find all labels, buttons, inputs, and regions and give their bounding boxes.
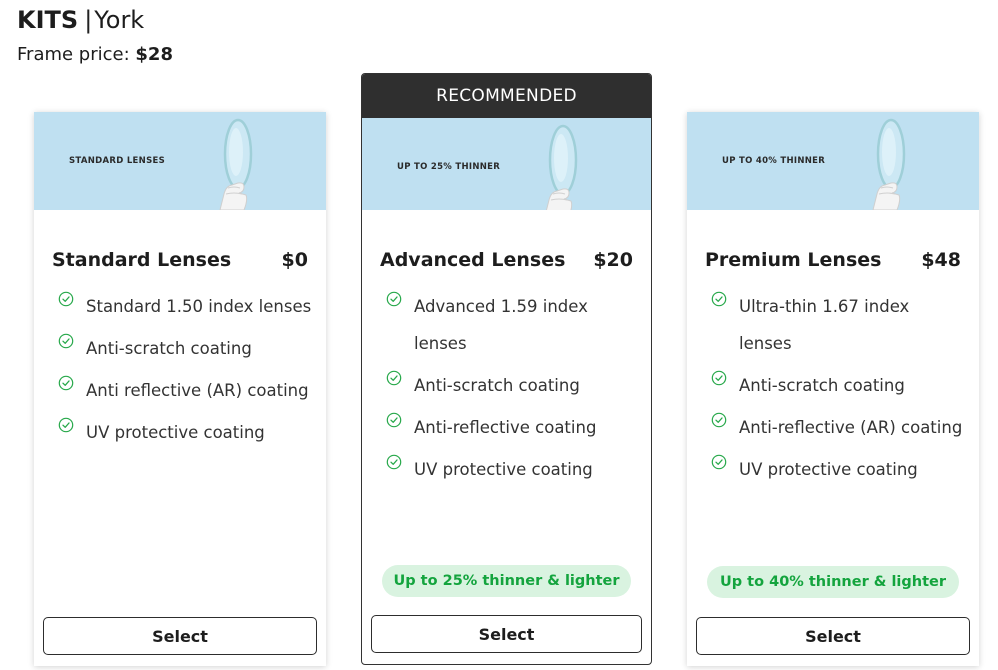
thinner-lighter-badge: Up to 25% thinner & lighter (382, 565, 631, 597)
check-circle-icon (386, 412, 402, 428)
check-circle-icon (386, 291, 402, 307)
feature-text: Standard 1.50 index lenses (86, 297, 312, 316)
lens-selection-page: KITS |York Frame price: $28 STANDARD LENS… (0, 0, 998, 670)
check-circle-icon (58, 291, 74, 307)
banner-text: UP TO 40% THINNER (722, 156, 826, 166)
feature-item: Anti-scratch coating (58, 330, 314, 367)
feature-item: Anti reflective (AR) coating (58, 372, 314, 409)
check-circle-icon (58, 333, 74, 349)
feature-text: UV protective coating (739, 460, 918, 479)
feature-item: Anti-scratch coating (711, 367, 967, 404)
check-circle-icon (58, 375, 74, 391)
banner-text: UP TO 25% THINNER (397, 162, 501, 172)
feature-text: Advanced 1.59 index lenses (414, 297, 588, 353)
check-circle-icon (711, 370, 727, 386)
feature-list: Ultra-thin 1.67 index lenses Anti-scratc… (711, 288, 967, 493)
lens-option-header: Standard Lenses $0 (52, 249, 308, 271)
lens-illustration-icon (531, 118, 601, 210)
feature-text: Anti-scratch coating (86, 339, 252, 358)
feature-list: Standard 1.50 index lenses Anti-scratch … (58, 288, 314, 456)
select-button-premium[interactable]: Select (696, 617, 970, 655)
lens-illustration-icon (206, 112, 276, 210)
lens-option-card-standard: STANDARD LENSES Standard Lenses $0 Stand… (34, 112, 326, 666)
feature-text: Anti-scratch coating (414, 376, 580, 395)
frame-price-value: $28 (135, 44, 173, 65)
check-circle-icon (711, 412, 727, 428)
frame-price: Frame price: $28 (17, 43, 173, 67)
feature-item: UV protective coating (711, 451, 967, 488)
select-button-advanced[interactable]: Select (371, 615, 642, 653)
feature-item: UV protective coating (386, 451, 639, 488)
thinner-lighter-badge: Up to 40% thinner & lighter (707, 566, 959, 598)
lens-illustration-icon (859, 112, 929, 210)
feature-text: Ultra-thin 1.67 index lenses (739, 297, 910, 353)
feature-text: UV protective coating (86, 423, 265, 442)
feature-item: Anti-reflective (AR) coating (711, 409, 967, 446)
lens-option-header: Premium Lenses $48 (705, 249, 961, 271)
lens-option-price: $20 (593, 249, 633, 271)
lens-option-name: Premium Lenses (705, 249, 882, 271)
check-circle-icon (58, 417, 74, 433)
lens-banner: STANDARD LENSES (34, 112, 326, 210)
feature-text: Anti-scratch coating (739, 376, 905, 395)
feature-text: Anti reflective (AR) coating (86, 381, 309, 400)
brand-name: KITS (17, 6, 79, 34)
check-circle-icon (386, 370, 402, 386)
feature-item: Advanced 1.59 index lenses (386, 288, 639, 362)
lens-option-name: Standard Lenses (52, 249, 232, 271)
check-circle-icon (711, 291, 727, 307)
lens-option-card-advanced: RECOMMENDED UP TO 25% THINNER Advanced L… (361, 73, 652, 665)
banner-text: STANDARD LENSES (69, 156, 166, 166)
lens-option-card-premium: UP TO 40% THINNER Premium Lenses $48 Ult… (687, 112, 979, 666)
feature-list: Advanced 1.59 index lenses Anti-scratch … (386, 288, 639, 493)
lens-option-price: $0 (281, 249, 308, 271)
lens-option-header: Advanced Lenses $20 (380, 249, 633, 271)
feature-item: Anti-reflective coating (386, 409, 639, 446)
feature-item: Anti-scratch coating (386, 367, 639, 404)
check-circle-icon (386, 454, 402, 470)
feature-item: Standard 1.50 index lenses (58, 288, 314, 325)
title-separator: | (84, 6, 93, 34)
feature-text: Anti-reflective (AR) coating (739, 418, 963, 437)
feature-text: UV protective coating (414, 460, 593, 479)
frame-model-name: York (94, 6, 145, 34)
product-title: KITS |York (17, 5, 144, 35)
feature-text: Anti-reflective coating (414, 418, 597, 437)
lens-banner: UP TO 40% THINNER (687, 112, 979, 210)
select-button-standard[interactable]: Select (43, 617, 317, 655)
recommended-badge: RECOMMENDED (362, 74, 651, 118)
lens-banner: UP TO 25% THINNER (362, 118, 651, 210)
feature-item: UV protective coating (58, 414, 314, 451)
feature-item: Ultra-thin 1.67 index lenses (711, 288, 967, 362)
frame-price-label: Frame price: (17, 44, 130, 65)
lens-option-name: Advanced Lenses (380, 249, 566, 271)
check-circle-icon (711, 454, 727, 470)
lens-option-price: $48 (921, 249, 961, 271)
